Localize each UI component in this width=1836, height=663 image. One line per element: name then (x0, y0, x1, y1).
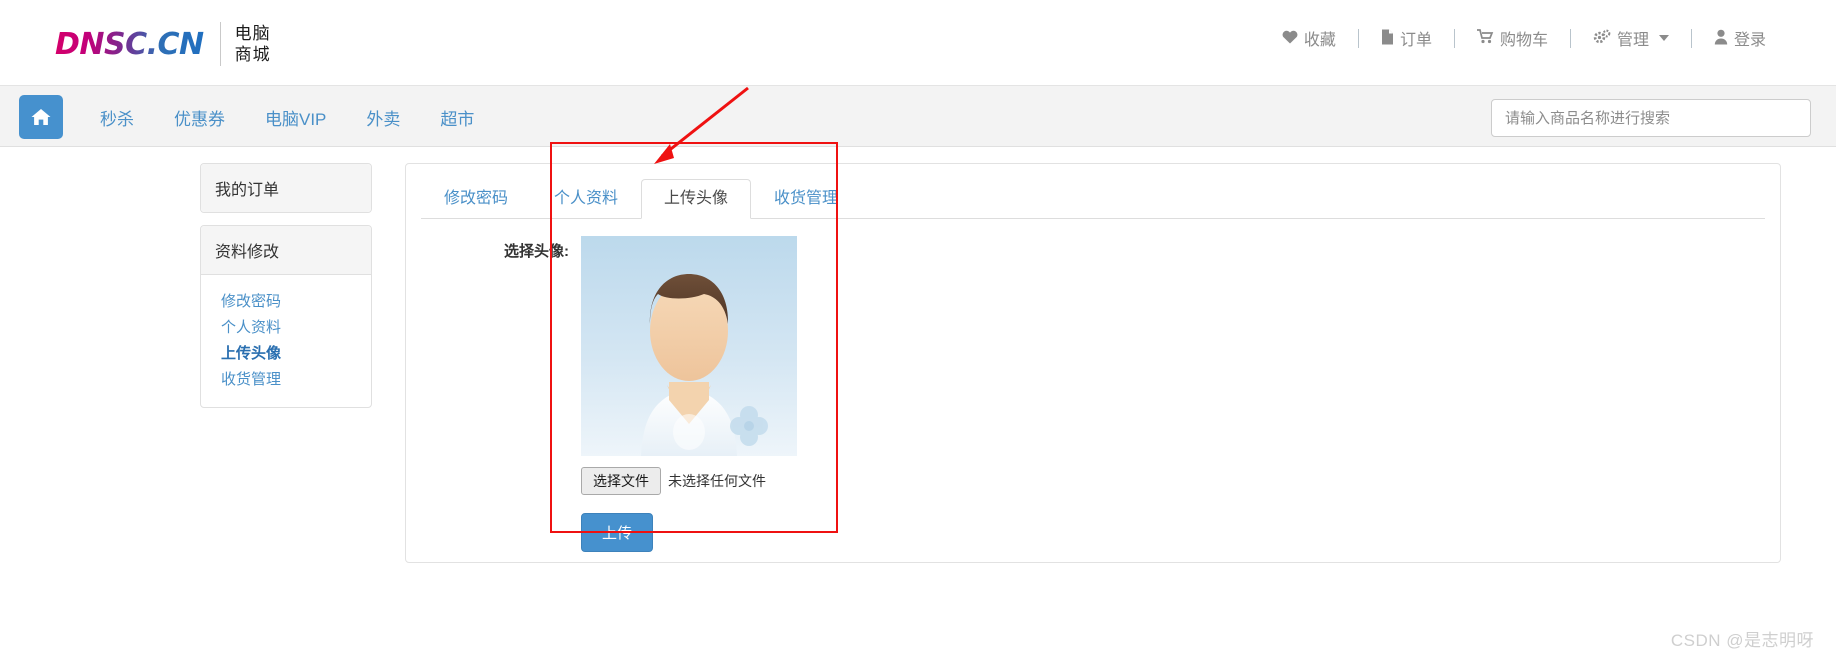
tab-shipping-management[interactable]: 收货管理 (751, 179, 861, 219)
sidebar-item-change-password[interactable]: 修改密码 (201, 289, 371, 315)
profile-card: 修改密码 个人资料 上传头像 收货管理 选择头像: 选择文件 未选择任何文件 上… (405, 163, 1781, 563)
file-name-status: 未选择任何文件 (668, 473, 766, 489)
nav-link-supermarket[interactable]: 超市 (420, 105, 494, 130)
sidebar-item-upload-avatar[interactable]: 上传头像 (201, 341, 371, 367)
top-nav-label: 收藏 (1303, 32, 1336, 49)
top-nav: 收藏 订单 购物车 管理 登录 (1260, 26, 1788, 50)
site-header: DNSC.CN 电脑 商城 收藏 订单 购物车 管理 登录 (0, 0, 1836, 85)
home-icon (30, 107, 52, 127)
nav-link-takeout[interactable]: 外卖 (346, 105, 420, 130)
top-nav-item-login[interactable]: 登录 (1692, 26, 1788, 50)
top-nav-label: 购物车 (1499, 32, 1548, 49)
sidebar-item-shipping-management[interactable]: 收货管理 (201, 367, 371, 393)
document-icon (1381, 29, 1394, 48)
heart-icon (1282, 30, 1298, 47)
page-root: DNSC.CN 电脑 商城 收藏 订单 购物车 管理 登录 秒杀 优惠券 电脑V… (0, 0, 1836, 663)
top-nav-label: 管理 (1616, 32, 1649, 49)
home-button[interactable] (19, 95, 63, 139)
nav-link-vip[interactable]: 电脑VIP (245, 105, 346, 130)
page-content: 我的订单 资料修改 修改密码 个人资料 上传头像 收货管理 修改密码 个人资料 … (0, 147, 1836, 663)
top-nav-item-orders[interactable]: 订单 (1359, 26, 1454, 50)
sidebar-panel-profile: 资料修改 修改密码 个人资料 上传头像 收货管理 (200, 225, 372, 408)
avatar-preview (581, 236, 797, 456)
gears-icon (1593, 29, 1611, 48)
sidebar-item-my-orders[interactable]: 我的订单 (201, 164, 371, 212)
tab-bar: 修改密码 个人资料 上传头像 收货管理 (421, 179, 1765, 219)
sidebar-links: 修改密码 个人资料 上传头像 收货管理 (201, 275, 371, 407)
logo-wordmark: DNSC.CN (55, 26, 204, 62)
chevron-down-icon (1658, 35, 1669, 41)
nav-link-coupon[interactable]: 优惠券 (154, 105, 245, 130)
watermark: CSDN @是志明呀 (1670, 631, 1814, 650)
search-input[interactable] (1491, 99, 1811, 137)
logo-divider (219, 22, 221, 66)
site-logo[interactable]: DNSC.CN 电脑 商城 (55, 22, 271, 66)
nav-link-seckill[interactable]: 秒杀 (80, 105, 154, 130)
top-nav-item-favorites[interactable]: 收藏 (1260, 26, 1358, 50)
top-nav-label: 订单 (1399, 32, 1432, 49)
tab-upload-avatar[interactable]: 上传头像 (641, 179, 752, 219)
upload-button[interactable]: 上传 (581, 513, 654, 552)
sidebar: 我的订单 资料修改 修改密码 个人资料 上传头像 收货管理 (200, 163, 372, 420)
tab-change-password[interactable]: 修改密码 (421, 179, 531, 219)
avatar-column: 选择文件 未选择任何文件 上传 (581, 236, 797, 552)
upload-avatar-form: 选择头像: 选择文件 未选择任何文件 上传 (406, 236, 1780, 552)
sidebar-item-personal-info[interactable]: 个人资料 (201, 315, 371, 341)
logo-chinese-name: 电脑 商城 (234, 24, 271, 64)
sidebar-panel-orders[interactable]: 我的订单 (200, 163, 372, 213)
top-nav-label: 登录 (1733, 32, 1766, 49)
user-icon (1714, 29, 1728, 48)
sidebar-panel-title-profile: 资料修改 (201, 226, 371, 275)
top-nav-item-cart[interactable]: 购物车 (1455, 26, 1570, 50)
avatar-field-label: 选择头像: (504, 243, 569, 260)
top-nav-item-manage[interactable]: 管理 (1571, 26, 1691, 50)
main-navbar: 秒杀 优惠券 电脑VIP 外卖 超市 (0, 85, 1836, 147)
navbar-links: 秒杀 优惠券 电脑VIP 外卖 超市 (80, 86, 494, 148)
file-input-row[interactable]: 选择文件 未选择任何文件 (581, 467, 766, 495)
tab-personal-info[interactable]: 个人资料 (531, 179, 641, 219)
choose-file-button[interactable]: 选择文件 (581, 467, 661, 495)
cart-icon (1476, 29, 1494, 47)
